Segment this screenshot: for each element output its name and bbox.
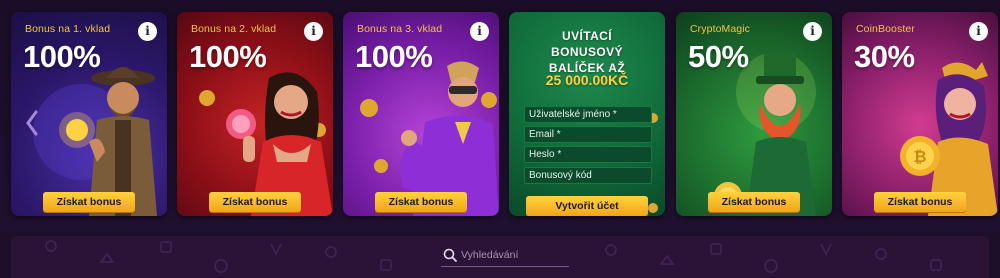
get-bonus-button[interactable]: Získat bonus: [874, 192, 966, 212]
get-bonus-button[interactable]: Získat bonus: [43, 192, 135, 212]
bonus-tag: CryptoMagic: [690, 23, 751, 35]
search-bar-strip: Vyhledávání: [11, 236, 989, 278]
search-placeholder: Vyhledávání: [461, 249, 519, 261]
info-icon[interactable]: i: [803, 22, 822, 41]
bonus-percent: 100%: [189, 39, 267, 74]
bonus-tag: Bonus na 1. vklad: [25, 23, 111, 35]
bonus-card-1[interactable]: Bonus na 1. vklad 100% i Získat bonus: [11, 12, 167, 216]
bonus-code-field[interactable]: Bonusový kód: [524, 167, 652, 184]
password-field[interactable]: Heslo *: [524, 146, 652, 163]
welcome-headline: UVÍTACÍ BONUSOVÝ BALÍČEK AŽ: [548, 29, 626, 75]
bonus-percent: 50%: [688, 39, 749, 74]
bonus-percent: 30%: [854, 39, 915, 74]
promo-carousel: Bonus na 1. vklad 100% i Získat bonus Bo…: [0, 0, 1000, 232]
search-input[interactable]: Vyhledávání: [441, 245, 569, 267]
email-field[interactable]: Email *: [524, 126, 652, 143]
welcome-amount: 25 000.00KČ: [545, 72, 629, 88]
create-account-button[interactable]: Vytvořit účet: [526, 196, 648, 216]
info-icon[interactable]: i: [304, 22, 323, 41]
carousel-prev-arrow-icon[interactable]: [25, 110, 39, 136]
username-field[interactable]: Uživatelské jméno *: [524, 106, 652, 123]
svg-text:₿: ₿: [913, 148, 926, 166]
info-icon[interactable]: i: [470, 22, 489, 41]
bonus-tag: Bonus na 3. vklad: [357, 23, 443, 35]
welcome-signup-card: UVÍTACÍ BONUSOVÝ BALÍČEK AŽ 25 000.00KČ …: [509, 12, 665, 216]
bonus-percent: 100%: [355, 39, 433, 74]
info-icon[interactable]: i: [138, 22, 157, 41]
search-icon: [443, 248, 457, 262]
bonus-card-cryptomagic[interactable]: CryptoMagic 50% i Získat bonus: [676, 12, 832, 216]
bonus-card-3[interactable]: Bonus na 3. vklad 100% i Získat bonus: [343, 12, 499, 216]
bonus-card-2[interactable]: Bonus na 2. vklad 100% i Získat bonus: [177, 12, 333, 216]
bonus-card-coinbooster[interactable]: ₿ CoinBooster 30% i Získat bonus: [842, 12, 998, 216]
info-icon[interactable]: i: [969, 22, 988, 41]
get-bonus-button[interactable]: Získat bonus: [375, 192, 467, 212]
bonus-tag: CoinBooster: [856, 23, 915, 35]
bonus-tag: Bonus na 2. vklad: [191, 23, 277, 35]
bonus-percent: 100%: [23, 39, 101, 74]
get-bonus-button[interactable]: Získat bonus: [708, 192, 800, 212]
get-bonus-button[interactable]: Získat bonus: [209, 192, 301, 212]
